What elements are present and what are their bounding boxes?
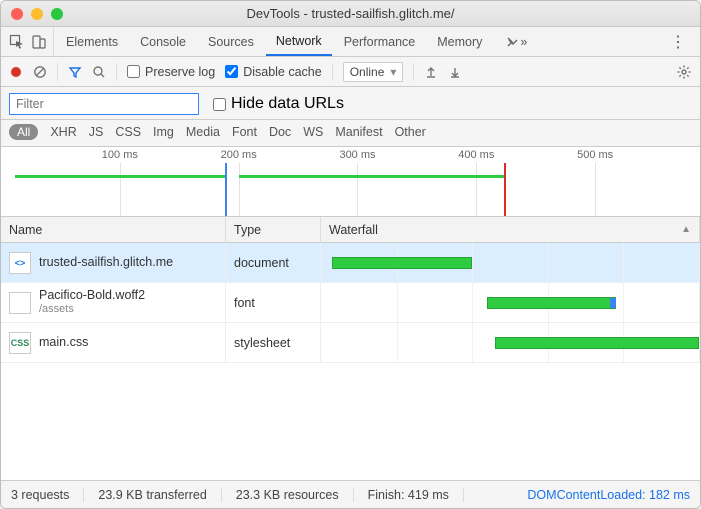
disable-cache-checkbox[interactable]: Disable cache: [225, 65, 322, 79]
status-dcl: DOMContentLoaded: 182 ms: [527, 488, 690, 502]
request-type: font: [226, 283, 321, 322]
document-icon: <>: [9, 252, 31, 274]
type-filter-xhr[interactable]: XHR: [50, 125, 76, 139]
file-icon: [9, 292, 31, 314]
filter-icon[interactable]: [68, 65, 82, 79]
table-row[interactable]: Pacifico-Bold.woff2/assets font: [1, 283, 700, 323]
waterfall-bar: [332, 257, 472, 269]
type-filter-media[interactable]: Media: [186, 125, 220, 139]
type-filter-js[interactable]: JS: [89, 125, 104, 139]
col-name[interactable]: Name: [1, 217, 226, 242]
record-icon[interactable]: [9, 65, 23, 79]
timeline-overview[interactable]: 100 ms 200 ms 300 ms 400 ms 500 ms: [1, 147, 700, 217]
tab-network[interactable]: Network: [266, 27, 332, 56]
request-table: <>trusted-sailfish.glitch.medocumentPaci…: [1, 243, 700, 480]
inspect-element-icon[interactable]: [9, 34, 25, 50]
waterfall-bar: [495, 337, 699, 349]
table-header: Name Type Waterfall▲: [1, 217, 700, 243]
type-filter-row: All XHR JS CSS Img Media Font Doc WS Man…: [1, 120, 700, 147]
type-filter-doc[interactable]: Doc: [269, 125, 291, 139]
filter-input[interactable]: [9, 93, 199, 115]
request-type: stylesheet: [226, 323, 321, 362]
filter-row: Hide data URLs: [1, 87, 700, 120]
preserve-log-checkbox[interactable]: Preserve log: [127, 65, 215, 79]
status-bar: 3 requests 23.9 KB transferred 23.3 KB r…: [1, 480, 700, 508]
clear-icon[interactable]: [33, 65, 47, 79]
status-requests: 3 requests: [11, 488, 84, 502]
tab-memory[interactable]: Memory: [427, 27, 492, 56]
device-toolbar-icon[interactable]: [31, 34, 47, 50]
type-filter-ws[interactable]: WS: [303, 125, 323, 139]
status-transferred: 23.9 KB transferred: [98, 488, 221, 502]
request-name: main.css: [39, 335, 88, 350]
type-filter-all[interactable]: All: [9, 124, 38, 140]
table-row[interactable]: <> trusted-sailfish.glitch.me document: [1, 243, 700, 283]
tab-console[interactable]: Console: [130, 27, 196, 56]
type-filter-css[interactable]: CSS: [115, 125, 141, 139]
request-type: document: [226, 243, 321, 282]
waterfall-bar: [487, 297, 616, 309]
request-name: Pacifico-Bold.woff2: [39, 288, 145, 303]
network-toolbar: Preserve log Disable cache Online▾: [1, 57, 700, 87]
more-tabs-icon[interactable]: »: [496, 27, 537, 56]
col-waterfall[interactable]: Waterfall▲: [321, 217, 700, 242]
upload-har-icon[interactable]: [424, 65, 438, 79]
tab-performance[interactable]: Performance: [334, 27, 426, 56]
table-row[interactable]: CSS main.css stylesheet: [1, 323, 700, 363]
type-filter-manifest[interactable]: Manifest: [335, 125, 382, 139]
type-filter-other[interactable]: Other: [395, 125, 426, 139]
hide-data-urls-checkbox[interactable]: Hide data URLs: [213, 95, 344, 113]
window-title: DevTools - trusted-sailfish.glitch.me/: [1, 6, 700, 21]
settings-gear-icon[interactable]: [676, 64, 692, 80]
request-name: trusted-sailfish.glitch.me: [39, 255, 173, 270]
throttling-select[interactable]: Online▾: [343, 62, 404, 82]
panel-tabs: Elements Console Sources Network Perform…: [1, 27, 700, 57]
type-filter-img[interactable]: Img: [153, 125, 174, 139]
search-icon[interactable]: [92, 65, 106, 79]
status-finish: Finish: 419 ms: [368, 488, 464, 502]
titlebar: DevTools - trusted-sailfish.glitch.me/: [1, 1, 700, 27]
col-type[interactable]: Type: [226, 217, 321, 242]
tab-elements[interactable]: Elements: [56, 27, 128, 56]
tab-sources[interactable]: Sources: [198, 27, 264, 56]
type-filter-font[interactable]: Font: [232, 125, 257, 139]
css-icon: CSS: [9, 332, 31, 354]
status-resources: 23.3 KB resources: [236, 488, 354, 502]
request-path: /assets: [39, 303, 145, 316]
sort-arrow-icon: ▲: [681, 224, 691, 235]
kebab-menu-icon[interactable]: ⋮: [662, 32, 694, 52]
download-har-icon[interactable]: [448, 65, 462, 79]
